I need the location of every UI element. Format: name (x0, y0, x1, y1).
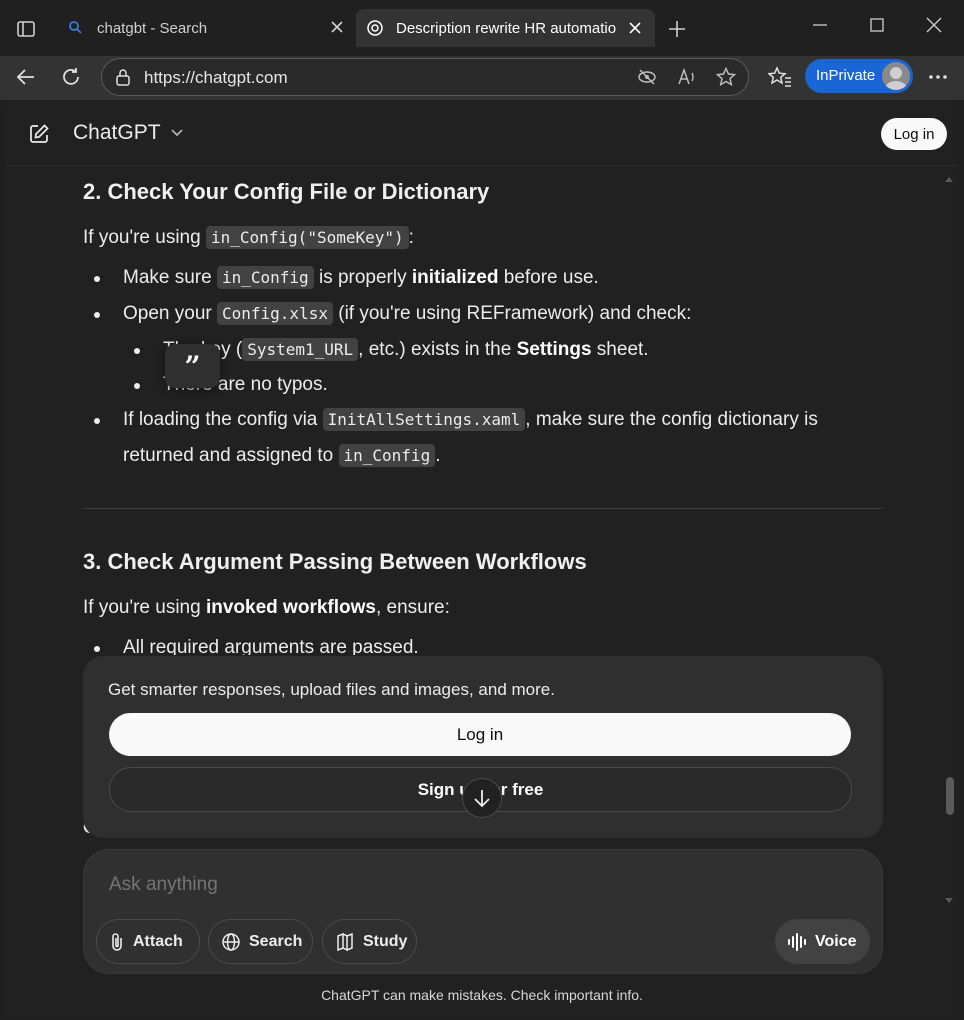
text: (if you're using REFramework) and check: (332, 303, 692, 324)
paperclip-icon (109, 932, 133, 952)
scroll-to-bottom-button[interactable] (462, 778, 502, 818)
text: If you're using (83, 227, 206, 248)
text: Open your (123, 303, 217, 324)
login-prompt-text: Get smarter responses, upload files and … (108, 680, 555, 699)
list-item-continuation: returned and assigned to in_Config. (123, 444, 441, 467)
inline-code: InitAllSettings.xaml (322, 408, 526, 431)
back-icon[interactable] (15, 66, 37, 88)
paragraph: If you're using invoked workflows, ensur… (83, 597, 450, 619)
text: , ensure: (375, 597, 450, 618)
bullet-icon (94, 312, 100, 318)
text: If loading the config via (123, 409, 323, 430)
text: Make sure (123, 267, 217, 288)
scroll-down-arrow-icon[interactable] (944, 897, 954, 905)
browser-tab-bar: chatgbt - Search Description rewrite HR … (0, 0, 964, 56)
tab-title: chatgbt - Search (97, 20, 208, 37)
card-login-button[interactable]: Log in (109, 713, 851, 756)
inprivate-badge[interactable]: InPrivate (805, 59, 913, 93)
section-heading: 3. Check Argument Passing Between Workfl… (83, 549, 587, 574)
voice-button[interactable]: Voice (775, 919, 870, 964)
inline-code: in_Config (338, 444, 436, 467)
url-text[interactable]: https://chatgpt.com (144, 68, 288, 88)
inline-code: Config.xlsx (217, 302, 333, 325)
page-header: ChatGPT Log in (6, 101, 958, 166)
tab-title: Description rewrite HR automatio (396, 20, 617, 37)
add-favorite-icon[interactable] (716, 67, 736, 87)
address-bar[interactable]: https://chatgpt.com (101, 58, 749, 96)
model-selector[interactable]: ChatGPT (73, 121, 184, 145)
maximize-icon[interactable] (869, 17, 885, 33)
attach-button[interactable]: Attach (96, 919, 200, 964)
text: sheet. (591, 339, 649, 360)
tab-actions-icon[interactable] (16, 19, 36, 39)
read-aloud-icon[interactable] (677, 68, 697, 86)
header-login-button[interactable]: Log in (881, 118, 947, 150)
brand-label: ChatGPT (73, 121, 161, 144)
minimize-icon[interactable] (812, 17, 828, 33)
divider (83, 508, 883, 509)
list-item: All required arguments are passed. (123, 637, 419, 655)
tab-chatgpt[interactable]: Description rewrite HR automatio (356, 9, 655, 47)
composer: Attach Search Study Voice (83, 849, 883, 974)
quote-icon: ” (184, 349, 201, 383)
list-item: If loading the config via InitAllSetting… (123, 408, 818, 431)
tracking-prevention-icon[interactable] (637, 68, 657, 86)
scroll-up-arrow-icon[interactable] (944, 175, 954, 183)
quote-reply-button[interactable]: ” (165, 344, 220, 388)
text: returned and assigned to (123, 445, 339, 466)
text: , etc.) exists in the (358, 339, 517, 360)
more-options-icon[interactable] (928, 69, 948, 85)
study-label: Study (363, 932, 408, 950)
text: , make sure the config dictionary is (525, 409, 818, 430)
book-icon (335, 932, 363, 952)
search-icon (68, 20, 82, 34)
chatgpt-page: ChatGPT Log in 2. Check Your Config File… (6, 101, 958, 1019)
text: . (435, 445, 441, 466)
bold-text: invoked workflows (205, 597, 376, 618)
refresh-icon[interactable] (60, 66, 82, 88)
bullet-icon (94, 418, 100, 424)
attach-label: Attach (133, 932, 183, 950)
close-window-icon[interactable] (926, 17, 942, 33)
tab-search[interactable]: chatgbt - Search (58, 9, 354, 47)
paragraph: If you're using in_Config("SomeKey"): (83, 226, 414, 249)
avatar (882, 62, 910, 90)
inline-code: System1_URL (242, 338, 359, 361)
inline-code: in_Config (216, 266, 314, 289)
lock-icon[interactable] (114, 68, 132, 86)
voice-label: Voice (815, 932, 857, 950)
list-item: Make sure in_Config is properly initiali… (123, 266, 599, 289)
inline-code: in_Config("SomeKey") (205, 226, 409, 249)
text: : (408, 227, 414, 248)
bullet-icon (134, 348, 140, 354)
openai-logo-icon (366, 19, 384, 37)
arrow-down-icon (473, 788, 491, 808)
list-item: Open your Config.xlsx (if you're using R… (123, 302, 692, 325)
close-tab-icon[interactable] (628, 21, 642, 35)
waveform-icon (787, 932, 815, 951)
search-button[interactable]: Search (208, 919, 313, 964)
bold-text: initialized (411, 267, 499, 288)
favorites-icon[interactable] (768, 66, 792, 88)
bold-text: Settings (516, 339, 592, 360)
search-label: Search (249, 932, 303, 950)
study-button[interactable]: Study (322, 919, 417, 964)
new-chat-icon[interactable] (28, 123, 50, 145)
disclaimer: ChatGPT can make mistakes. Check importa… (321, 987, 643, 1003)
globe-icon (221, 932, 249, 952)
text: before use. (498, 267, 599, 288)
scrollbar-thumb[interactable] (946, 777, 954, 815)
bullet-icon (94, 646, 100, 652)
text: is properly (313, 267, 412, 288)
bullet-icon (134, 383, 140, 389)
inprivate-label: InPrivate (816, 67, 876, 84)
bullet-icon (94, 276, 100, 282)
prompt-input[interactable] (109, 874, 709, 896)
section-heading: 2. Check Your Config File or Dictionary (83, 179, 490, 204)
text: If you're using (83, 597, 206, 618)
new-tab-icon[interactable] (667, 19, 687, 39)
chevron-down-icon (170, 128, 184, 138)
list-item: The key (System1_URL, etc.) exists in th… (163, 338, 649, 361)
close-tab-icon[interactable] (330, 20, 344, 34)
